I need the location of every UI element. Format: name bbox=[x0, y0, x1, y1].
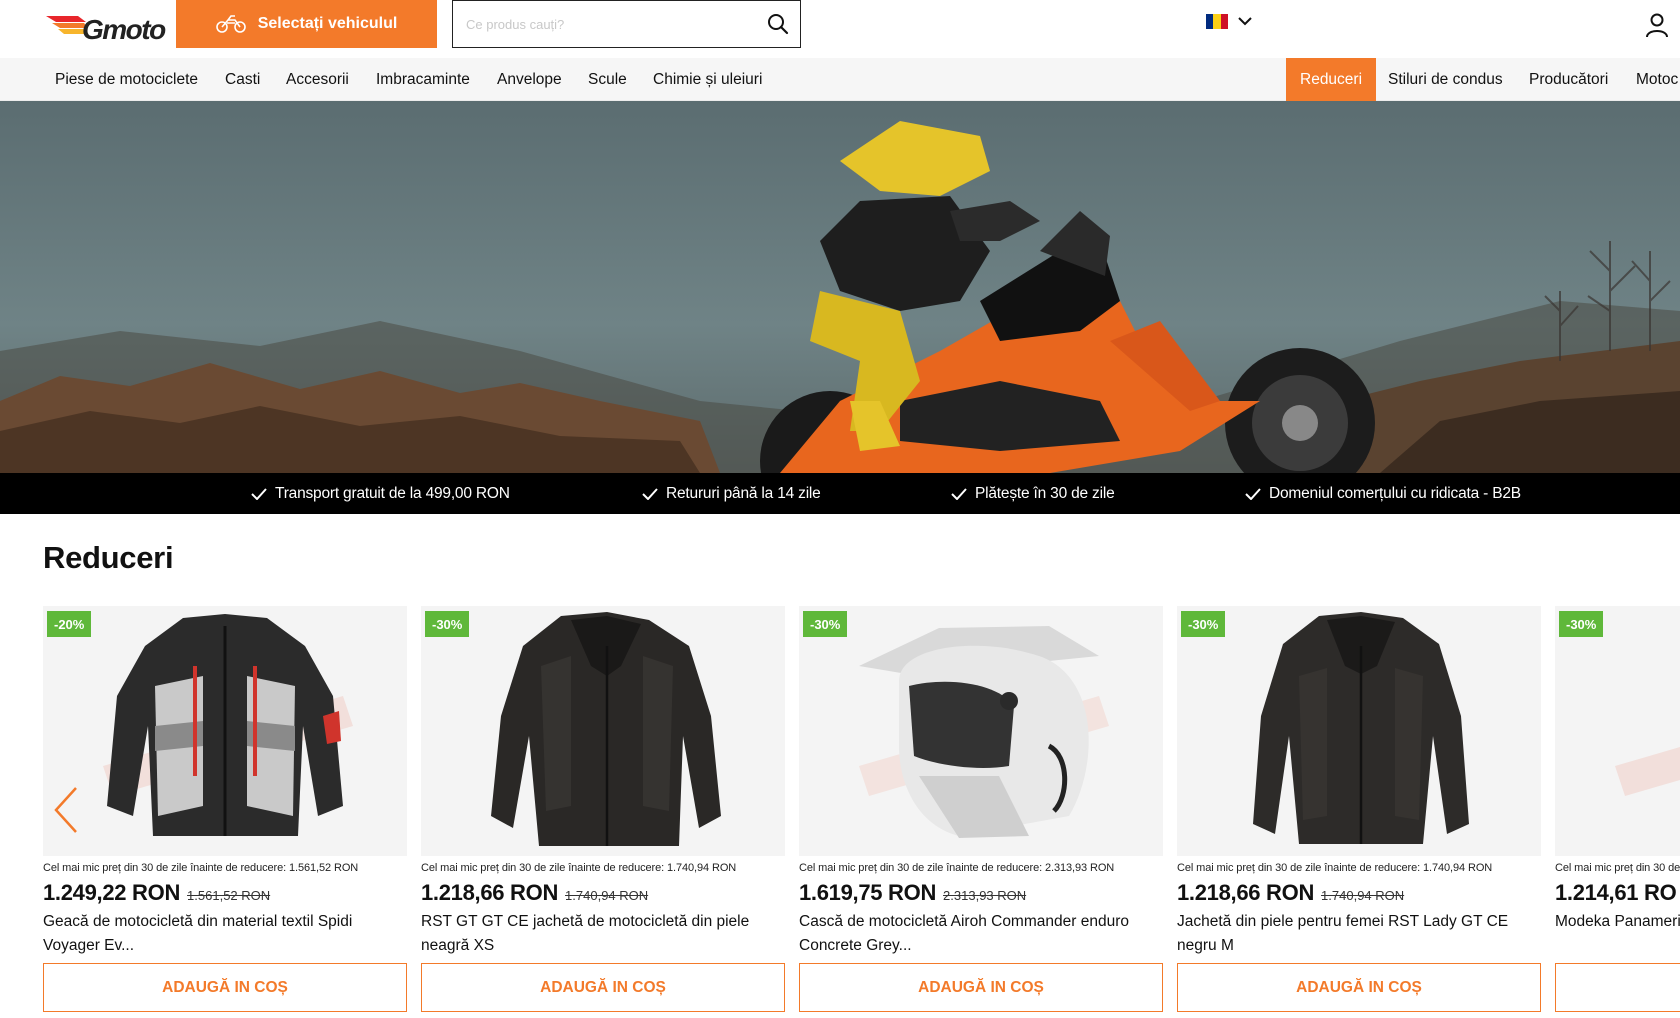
usp-item-returns: Retururi până la 14 zile bbox=[642, 473, 821, 514]
gmoto-logo[interactable]: Gmoto bbox=[46, 6, 166, 50]
discount-badge: -30% bbox=[803, 611, 848, 637]
hero-banner[interactable] bbox=[0, 101, 1680, 473]
select-vehicle-label: Selectați vehiculul bbox=[257, 15, 398, 32]
price-row: 1.218,66 RON 1.740,94 RON bbox=[1177, 880, 1404, 906]
search-input[interactable] bbox=[453, 1, 756, 47]
romania-flag-icon bbox=[1206, 14, 1228, 29]
lowest-price-note: Cel mai mic preț din 30 de zile înainte … bbox=[1177, 862, 1493, 874]
current-price: 1.218,66 RON bbox=[421, 880, 559, 905]
nav-item-casti[interactable]: Casti bbox=[225, 58, 260, 101]
textile-jacket-image bbox=[103, 614, 353, 836]
search-icon[interactable] bbox=[756, 1, 800, 47]
textile-pants-image bbox=[1615, 747, 1680, 796]
select-vehicle-button[interactable]: Selectați vehiculul bbox=[176, 0, 437, 48]
price-row: 1.249,22 RON 1.561,52 RON bbox=[43, 880, 270, 906]
usp-item-transport: Transport gratuit de la 499,00 RON bbox=[251, 473, 510, 514]
add-to-cart-button[interactable]: ADAUGĂ IN COȘ bbox=[421, 963, 785, 1012]
carousel-prev-arrow-icon[interactable] bbox=[52, 786, 80, 834]
nav-item-motoc[interactable]: Motoc bbox=[1636, 58, 1678, 101]
lowest-price-note: Cel mai mic preț din 30 de bbox=[1555, 862, 1680, 874]
product-title[interactable]: RST GT GT CE jachetă de motocicletă din … bbox=[421, 910, 785, 958]
usp-bar: Transport gratuit de la 499,00 RON Retur… bbox=[0, 473, 1680, 514]
nav-item-chimie[interactable]: Chimie și uleiuri bbox=[653, 58, 762, 101]
section-title: Reduceri bbox=[43, 540, 174, 575]
search-box bbox=[452, 0, 801, 48]
usp-text: Plătește în 30 de zile bbox=[975, 484, 1115, 502]
product-image[interactable]: -30% bbox=[799, 606, 1163, 856]
product-image[interactable]: -30% bbox=[421, 606, 785, 856]
product-card[interactable]: -20% Cel mai mic preț din 30 de zile îna… bbox=[43, 606, 407, 1014]
nav-item-stiluri[interactable]: Stiluri de condus bbox=[1388, 58, 1503, 101]
product-card[interactable]: -30% Cel mai mic preț din 30 de zile îna… bbox=[1177, 606, 1541, 1014]
discount-badge: -30% bbox=[1559, 611, 1604, 637]
top-header: Gmoto Selectați vehiculul bbox=[0, 0, 1680, 58]
current-price: 1.218,66 RON bbox=[1177, 880, 1315, 905]
main-nav: Piese de motociclete Casti Accesorii Imb… bbox=[0, 58, 1680, 101]
add-to-cart-button[interactable]: ADAUGĂ IN COȘ bbox=[1177, 963, 1541, 1012]
product-card[interactable]: -30% Cel mai mic preț din 30 de zile îna… bbox=[799, 606, 1163, 1014]
product-image[interactable]: -30% bbox=[1177, 606, 1541, 856]
product-title[interactable]: Modeka Panameri текстильний пант bbox=[1555, 910, 1680, 958]
chevron-down-icon bbox=[1238, 17, 1252, 26]
current-price: 1.214,61 RO bbox=[1555, 880, 1677, 905]
helmet-image bbox=[859, 626, 1109, 838]
product-title[interactable]: Cască de motocicletă Airoh Commander end… bbox=[799, 910, 1163, 958]
nav-item-reduceri[interactable]: Reduceri bbox=[1286, 58, 1377, 101]
product-title[interactable]: Geacă de motocicletă din material textil… bbox=[43, 910, 407, 958]
checkmark-icon bbox=[951, 487, 967, 500]
usp-text: Retururi până la 14 zile bbox=[666, 484, 821, 502]
product-title[interactable]: Jachetă din piele pentru femei RST Lady … bbox=[1177, 910, 1541, 958]
lowest-price-note: Cel mai mic preț din 30 de zile înainte … bbox=[43, 862, 359, 874]
discount-badge: -20% bbox=[47, 611, 92, 637]
language-selector[interactable] bbox=[1206, 14, 1252, 29]
checkmark-icon bbox=[1245, 487, 1261, 500]
old-price: 2.313,93 RON bbox=[943, 888, 1027, 903]
nav-item-anvelope[interactable]: Anvelope bbox=[497, 58, 562, 101]
add-to-cart-button[interactable]: ADAUGĂ IN COȘ bbox=[43, 963, 407, 1012]
current-price: 1.249,22 RON bbox=[43, 880, 181, 905]
usp-text: Domeniul comerțului cu ridicata - B2B bbox=[1269, 484, 1521, 502]
checkmark-icon bbox=[251, 487, 267, 500]
nav-item-producatori[interactable]: Producători bbox=[1529, 58, 1608, 101]
old-price: 1.740,94 RON bbox=[565, 888, 649, 903]
ladies-leather-jacket-image bbox=[1253, 612, 1469, 844]
add-to-cart-button[interactable]: A bbox=[1555, 963, 1680, 1012]
product-card[interactable]: -30% Cel mai mic preț din 30 de 1.214,61… bbox=[1555, 606, 1680, 1014]
add-to-cart-button[interactable]: ADAUGĂ IN COȘ bbox=[799, 963, 1163, 1012]
discount-badge: -30% bbox=[1181, 611, 1226, 637]
user-icon[interactable] bbox=[1644, 12, 1670, 38]
leather-jacket-image bbox=[491, 612, 721, 846]
discount-badge: -30% bbox=[425, 611, 470, 637]
checkmark-icon bbox=[642, 487, 658, 500]
nav-item-imbracaminte[interactable]: Imbracaminte bbox=[376, 58, 470, 101]
price-row: 1.214,61 RO bbox=[1555, 880, 1677, 906]
usp-text: Transport gratuit de la 499,00 RON bbox=[275, 484, 510, 502]
hero-motorcycle-image bbox=[0, 101, 1680, 473]
product-image[interactable]: -20% bbox=[43, 606, 407, 856]
usp-item-pay-later: Plătește în 30 de zile bbox=[951, 473, 1115, 514]
product-card[interactable]: -30% Cel mai mic preț din 30 de zile îna… bbox=[421, 606, 785, 1014]
product-image[interactable]: -30% bbox=[1555, 606, 1680, 856]
nav-item-piese[interactable]: Piese de motociclete bbox=[55, 58, 198, 101]
usp-item-b2b: Domeniul comerțului cu ridicata - B2B bbox=[1245, 473, 1521, 514]
current-price: 1.619,75 RON bbox=[799, 880, 937, 905]
motorcycle-icon bbox=[215, 15, 246, 33]
lowest-price-note: Cel mai mic preț din 30 de zile înainte … bbox=[799, 862, 1115, 874]
old-price: 1.561,52 RON bbox=[187, 888, 271, 903]
logo-text: Gmoto bbox=[82, 14, 166, 45]
nav-item-scule[interactable]: Scule bbox=[588, 58, 627, 101]
price-row: 1.218,66 RON 1.740,94 RON bbox=[421, 880, 648, 906]
price-row: 1.619,75 RON 2.313,93 RON bbox=[799, 880, 1026, 906]
nav-item-accesorii[interactable]: Accesorii bbox=[286, 58, 349, 101]
lowest-price-note: Cel mai mic preț din 30 de zile înainte … bbox=[421, 862, 737, 874]
old-price: 1.740,94 RON bbox=[1321, 888, 1405, 903]
